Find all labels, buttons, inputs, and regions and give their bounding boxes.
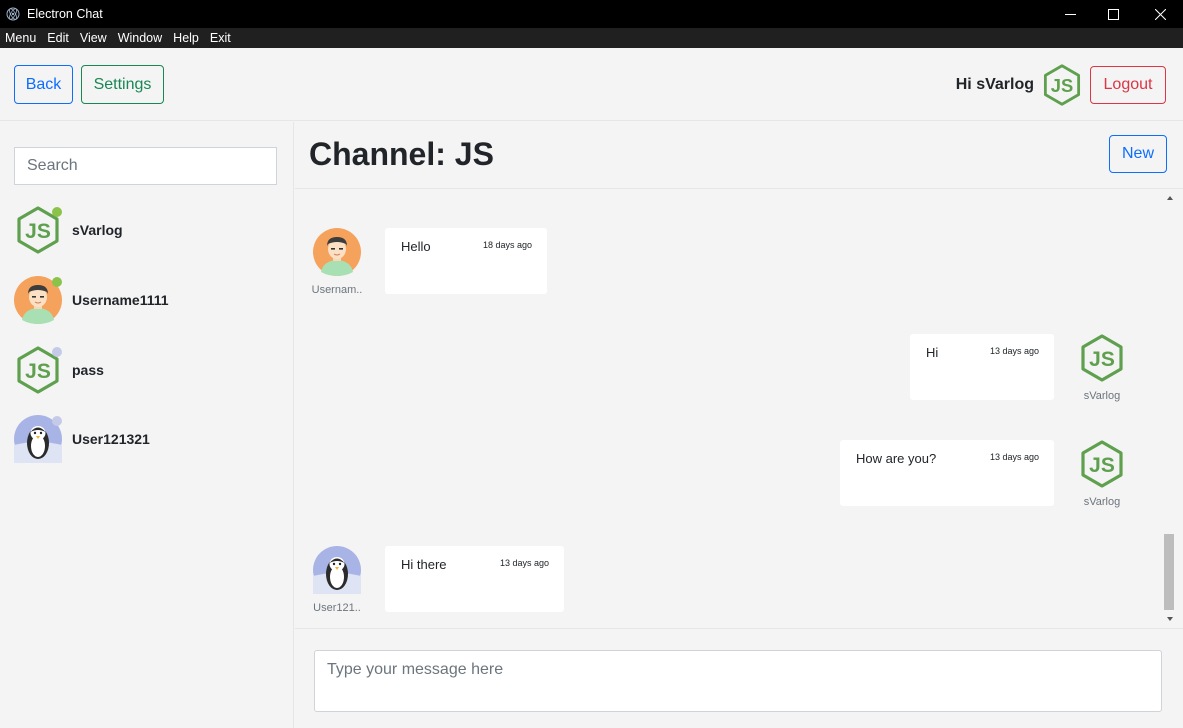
message-composer xyxy=(295,628,1183,728)
user-greeting: Hi sVarlog xyxy=(955,76,1034,93)
message-bubble: Hi 13 days ago xyxy=(910,334,1054,400)
user-name: Username1111 xyxy=(72,292,169,308)
message-time: 13 days ago xyxy=(989,452,1039,462)
avatar xyxy=(14,346,62,394)
scroll-up-icon[interactable] xyxy=(1165,194,1175,202)
sender-name: User121.. xyxy=(313,602,361,614)
avatar xyxy=(14,276,62,324)
settings-button[interactable]: Settings xyxy=(81,65,164,104)
user-name: User121321 xyxy=(72,431,150,447)
message-text: Hi there xyxy=(401,557,447,572)
logout-button[interactable]: Logout xyxy=(1090,66,1166,104)
sender-name: Usernam.. xyxy=(311,284,363,296)
message-text: Hi xyxy=(926,345,939,360)
message-bubble: How are you? 13 days ago xyxy=(840,440,1054,506)
avatar xyxy=(14,415,62,463)
sender-name: sVarlog xyxy=(1083,496,1121,508)
search-input[interactable] xyxy=(14,147,277,185)
users-sidebar: sVarlog Username1111 pass User121321 xyxy=(0,122,294,728)
message-time: 13 days ago xyxy=(499,558,549,568)
avatar xyxy=(14,206,62,254)
menu-item-edit[interactable]: Edit xyxy=(42,31,75,45)
scrollbar-thumb[interactable] xyxy=(1164,534,1174,610)
message-sender: Usernam.. xyxy=(307,228,367,296)
user-list-item[interactable]: User121321 xyxy=(14,413,284,465)
sender-name: sVarlog xyxy=(1083,390,1121,402)
maximize-button[interactable] xyxy=(1090,0,1136,28)
online-status-dot xyxy=(52,207,62,217)
nodejs-logo-icon xyxy=(1078,440,1126,488)
message-text: How are you? xyxy=(856,451,937,466)
current-user-avatar[interactable] xyxy=(1041,64,1083,106)
back-button[interactable]: Back xyxy=(14,65,73,104)
menu-item-exit[interactable]: Exit xyxy=(205,31,237,45)
user-list-item[interactable]: pass xyxy=(14,344,284,396)
minimize-button[interactable] xyxy=(1047,0,1093,28)
user-name: pass xyxy=(72,362,104,378)
message-bubble: Hello 18 days ago xyxy=(385,228,547,294)
window-titlebar: Electron Chat xyxy=(0,0,1183,28)
nodejs-logo-icon xyxy=(1078,334,1126,382)
electron-app-icon xyxy=(6,7,20,21)
menu-item-window[interactable]: Window xyxy=(113,31,168,45)
menu-bar: Menu Edit View Window Help Exit xyxy=(0,28,1183,48)
man-avatar-icon xyxy=(313,228,361,276)
message-sender: sVarlog xyxy=(1072,334,1132,402)
offline-status-dot xyxy=(52,416,62,426)
offline-status-dot xyxy=(52,347,62,357)
close-icon xyxy=(1154,8,1166,20)
user-name: sVarlog xyxy=(72,222,123,238)
window-title: Electron Chat xyxy=(27,7,103,21)
message-input[interactable] xyxy=(314,650,1162,712)
channel-title: Channel: JS xyxy=(309,136,494,172)
message-sender: User121.. xyxy=(307,546,367,614)
menu-item-help[interactable]: Help xyxy=(168,31,205,45)
online-status-dot xyxy=(52,277,62,287)
channel-header: Channel: JS New xyxy=(295,122,1183,189)
scroll-down-icon[interactable] xyxy=(1165,615,1175,623)
message-text: Hello xyxy=(401,239,431,254)
menu-item-menu[interactable]: Menu xyxy=(0,31,42,45)
user-list-item[interactable]: sVarlog xyxy=(14,204,284,256)
message-list[interactable]: Usernam.. Hello 18 days ago Hi 13 days a… xyxy=(295,189,1183,628)
top-header: Back Settings Hi sVarlog Logout xyxy=(0,48,1183,121)
user-list-item[interactable]: Username1111 xyxy=(14,274,284,326)
minimize-icon xyxy=(1064,13,1076,15)
message-time: 18 days ago xyxy=(482,240,532,250)
penguin-avatar-icon xyxy=(313,546,361,594)
message-sender: sVarlog xyxy=(1072,440,1132,508)
message-time: 13 days ago xyxy=(989,346,1039,356)
menu-item-view[interactable]: View xyxy=(75,31,113,45)
maximize-icon xyxy=(1107,8,1119,20)
new-channel-button[interactable]: New xyxy=(1109,135,1167,173)
close-button[interactable] xyxy=(1137,0,1183,28)
message-bubble: Hi there 13 days ago xyxy=(385,546,564,612)
